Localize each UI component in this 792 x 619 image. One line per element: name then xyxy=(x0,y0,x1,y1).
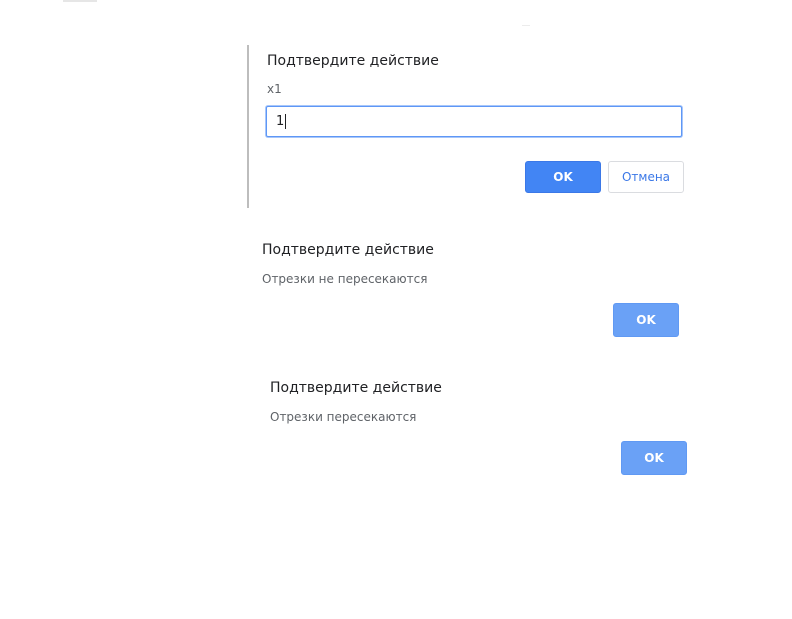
alert-dialog-intersection: Подтвердите действие Отрезки пересекаютс… xyxy=(260,374,700,484)
alert-dialog-no-intersection: Подтвердите действие Отрезки не пересека… xyxy=(252,236,692,346)
prompt-dialog: Подтвердите действие x1 1 OK Отмена xyxy=(247,45,694,208)
dialog-message: x1 xyxy=(267,82,282,96)
text-caret xyxy=(285,114,287,129)
ok-button[interactable]: OK xyxy=(621,441,687,475)
page: Подтвердите действие x1 1 OK Отмена Подт… xyxy=(0,0,792,619)
ok-button[interactable]: OK xyxy=(525,161,601,193)
dialog-message: Отрезки пересекаются xyxy=(270,410,417,424)
ok-button[interactable]: OK xyxy=(613,303,679,337)
prompt-input[interactable]: 1 xyxy=(266,106,682,137)
prompt-input-value: 1 xyxy=(276,114,285,129)
dialog-title: Подтвердите действие xyxy=(267,53,439,69)
background-fragment xyxy=(522,25,530,26)
background-fragment xyxy=(63,0,97,2)
dialog-message: Отрезки не пересекаются xyxy=(262,272,428,286)
dialog-title: Подтвердите действие xyxy=(270,380,442,396)
cancel-button[interactable]: Отмена xyxy=(608,161,684,193)
dialog-title: Подтвердите действие xyxy=(262,242,434,258)
